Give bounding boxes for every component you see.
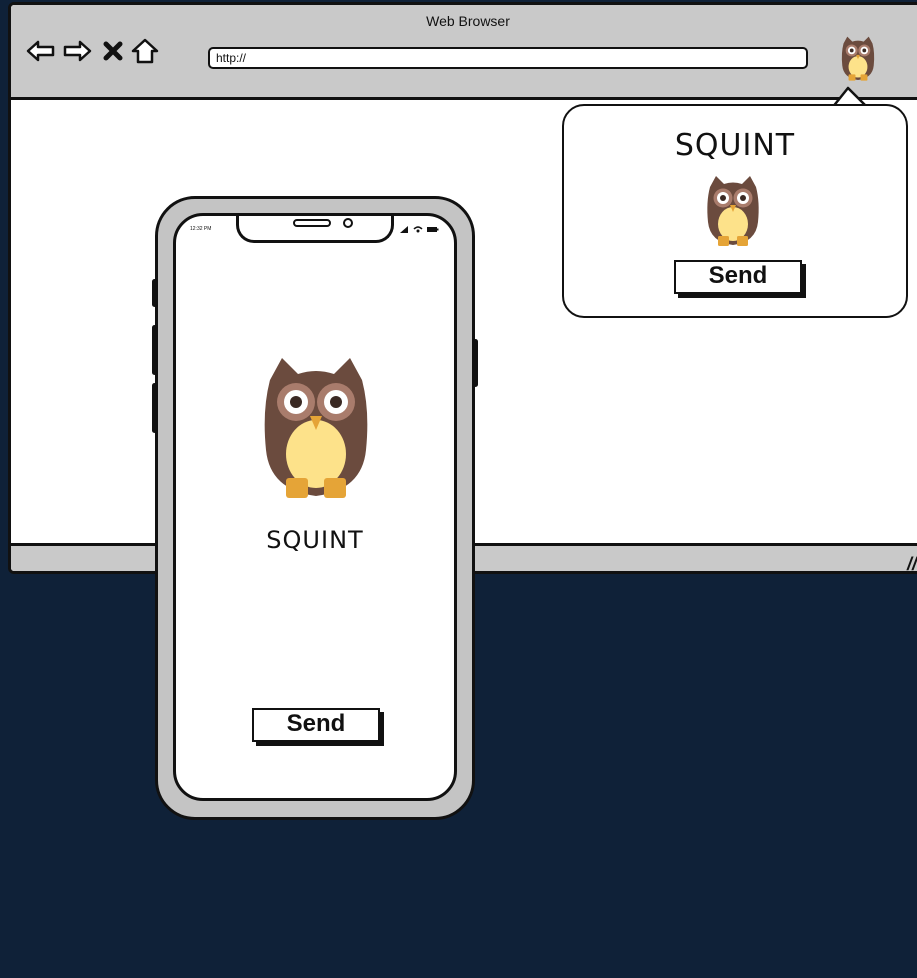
owl-icon <box>705 172 761 248</box>
resize-grip-icon[interactable]: // <box>907 554 917 571</box>
app-title: SQUINT <box>266 526 364 554</box>
home-icon[interactable] <box>129 35 161 67</box>
popup-title: SQUINT <box>674 128 796 163</box>
owl-icon <box>262 350 370 502</box>
phone-notch <box>236 216 394 243</box>
phone-silent-switch <box>152 279 157 307</box>
phone-screen: 12:32 PM SQUINT Send <box>173 213 457 801</box>
extension-popup: SQUINT Send <box>562 104 908 318</box>
back-arrow-icon[interactable] <box>25 35 57 67</box>
phone-camera <box>343 218 353 228</box>
browser-title: Web Browser <box>426 13 510 29</box>
phone-volume-down-button <box>152 383 157 433</box>
app-send-button[interactable]: Send <box>252 708 380 742</box>
phone-speaker <box>293 219 331 227</box>
status-icons <box>400 226 439 233</box>
phone-frame: 12:32 PM SQUINT Send <box>152 196 478 820</box>
url-input[interactable]: http:// <box>208 47 808 69</box>
canvas: Web Browser http:// // SQUINT Send 12:32… <box>0 0 917 978</box>
close-icon[interactable] <box>97 35 129 67</box>
owl-extension-icon[interactable] <box>841 31 875 85</box>
popup-send-button[interactable]: Send <box>674 260 802 294</box>
phone-power-button <box>473 339 478 387</box>
browser-toolbar: Web Browser http:// <box>11 5 917 100</box>
status-time: 12:32 PM <box>190 226 212 232</box>
phone-volume-up-button <box>152 325 157 375</box>
forward-arrow-icon[interactable] <box>61 35 93 67</box>
